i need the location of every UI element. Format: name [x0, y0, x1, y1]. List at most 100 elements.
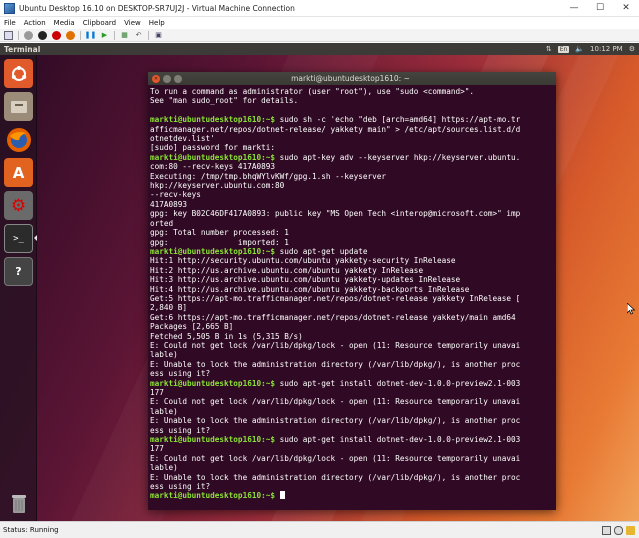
- checkpoint-icon[interactable]: ▦: [120, 31, 129, 40]
- line-text: 417A0893: [150, 199, 188, 209]
- terminal-output-line: See "man sudo_root" for details.: [150, 96, 556, 105]
- line-text: com:80 --recv-keys 417A0893: [150, 162, 275, 172]
- terminal-output[interactable]: To run a command as administrator (user …: [148, 85, 556, 501]
- lock-status-icon: [626, 525, 635, 535]
- shutdown-icon[interactable]: [52, 30, 61, 40]
- line-text: Get:5 https://apt-mo.trafficmanager.net/…: [150, 293, 521, 303]
- line-text: E: Could not get lock /var/lib/dpkg/lock…: [150, 340, 521, 350]
- terminal-output-line: E: Could not get lock /var/lib/dpkg/lock…: [150, 397, 556, 406]
- pause-icon[interactable]: ❚❚: [85, 31, 97, 40]
- network-icon[interactable]: ⇅: [546, 45, 552, 53]
- files-icon[interactable]: [4, 92, 33, 121]
- terminal-output-line: Packages [2,665 B]: [150, 322, 556, 331]
- terminal-output-line: E: Unable to lock the administration dir…: [150, 416, 556, 425]
- session-gear-icon[interactable]: ⚙: [629, 45, 635, 53]
- vm-menubar: File Action Media Clipboard View Help: [0, 17, 639, 29]
- menu-help[interactable]: Help: [149, 19, 165, 27]
- keyboard-layout-indicator[interactable]: En: [557, 45, 570, 53]
- revert-icon[interactable]: ↶: [134, 31, 143, 40]
- line-text: sudo apt-key adv --keyserver hkp://keyse…: [274, 152, 521, 162]
- active-app-indicator: [34, 235, 37, 241]
- line-text: gpg: key B02C46DF417A0893: public key "M…: [150, 209, 521, 219]
- firefox-icon[interactable]: [4, 125, 33, 154]
- line-text: [150, 106, 155, 115]
- terminal-minimize-icon[interactable]: [163, 74, 171, 83]
- menu-view[interactable]: View: [124, 19, 141, 27]
- software-center-icon[interactable]: A: [4, 158, 33, 187]
- terminal-maximize-icon[interactable]: [174, 74, 182, 83]
- menu-clipboard[interactable]: Clipboard: [83, 19, 116, 27]
- line-text: Packages [2,665 B]: [150, 322, 234, 332]
- terminal-output-line: [sudo] password for markti:: [150, 143, 556, 152]
- terminal-output-line: Hit:4 http://us.archive.ubuntu.com/ubunt…: [150, 285, 556, 294]
- line-text: sudo apt-get install dotnet-dev-1.0.0-pr…: [274, 435, 521, 445]
- terminal-command-line: markti@ubuntudesktop1610:~$ sudo apt-key…: [150, 153, 556, 162]
- clock[interactable]: 10:12 PM: [590, 45, 623, 53]
- terminal-icon[interactable]: >_: [4, 224, 33, 253]
- terminal-output-line: otnetdev.list': [150, 134, 556, 143]
- enhanced-session-icon[interactable]: ▣: [154, 31, 163, 40]
- keyboard-status-icon: [602, 525, 611, 535]
- volume-icon[interactable]: 🔈: [575, 45, 584, 53]
- line-text: lable): [150, 406, 178, 416]
- terminal-output-line: Hit:1 http://security.ubuntu.com/ubuntu …: [150, 256, 556, 265]
- ubuntu-top-panel: Terminal ⇅ En 🔈 10:12 PM ⚙: [0, 43, 639, 55]
- terminal-output-line: afficmanager.net/repos/dotnet-release/ y…: [150, 125, 556, 134]
- line-text: E: Could not get lock /var/lib/dpkg/lock…: [150, 453, 521, 463]
- line-text: gpg: imported: 1: [150, 237, 289, 247]
- toolbar-separator: [148, 30, 149, 40]
- unity-launcher: A ⚙ >_ ?: [0, 55, 37, 521]
- terminal-output-line: E: Unable to lock the administration dir…: [150, 473, 556, 482]
- terminal-output-line: Get:5 https://apt-mo.trafficmanager.net/…: [150, 294, 556, 303]
- terminal-output-line: ess using it?: [150, 482, 556, 491]
- terminal-command-line: markti@ubuntudesktop1610:~$: [150, 491, 556, 500]
- terminal-output-line: gpg: Total number processed: 1: [150, 228, 556, 237]
- trash-icon[interactable]: [4, 488, 33, 517]
- help-icon[interactable]: ?: [4, 257, 33, 286]
- start-icon[interactable]: [24, 30, 33, 40]
- terminal-output-line: E: Could not get lock /var/lib/dpkg/lock…: [150, 454, 556, 463]
- terminal-output-line: hkp://keyserver.ubuntu.com:80: [150, 181, 556, 190]
- terminal-output-line: gpg: key B02C46DF417A0893: public key "M…: [150, 209, 556, 218]
- line-text: [sudo] password for markti:: [150, 143, 275, 153]
- active-app-name: Terminal: [4, 44, 41, 54]
- line-text: Hit:2 http://us.archive.ubuntu.com/ubunt…: [150, 265, 424, 275]
- resume-icon[interactable]: ▶: [100, 31, 109, 40]
- system-settings-icon[interactable]: ⚙: [4, 191, 33, 220]
- line-text: lable): [150, 350, 178, 360]
- terminal-output-line: E: Unable to lock the administration dir…: [150, 360, 556, 369]
- turn-off-icon[interactable]: [38, 30, 47, 40]
- terminal-close-icon[interactable]: ✕: [152, 74, 160, 83]
- save-state-icon[interactable]: [66, 30, 75, 40]
- menu-media[interactable]: Media: [54, 19, 75, 27]
- line-text: Hit:4 http://us.archive.ubuntu.com/ubunt…: [150, 284, 470, 294]
- menu-file[interactable]: File: [4, 19, 16, 27]
- terminal-output-line: To run a command as administrator (user …: [150, 87, 556, 96]
- menu-action[interactable]: Action: [24, 19, 46, 27]
- minimize-button[interactable]: —: [561, 0, 587, 17]
- indicator-tray: ⇅ En 🔈 10:12 PM ⚙: [546, 45, 635, 53]
- ctrl-alt-del-icon[interactable]: [4, 30, 13, 40]
- line-text: 177: [150, 444, 164, 454]
- terminal-output-line: [150, 106, 556, 115]
- close-button[interactable]: ✕: [613, 0, 639, 17]
- terminal-window[interactable]: ✕ markti@ubuntudesktop1610: ~ To run a c…: [148, 72, 556, 510]
- line-text: Fetched 5,505 B in 1s (5,315 B/s): [150, 331, 303, 341]
- terminal-titlebar[interactable]: ✕ markti@ubuntudesktop1610: ~: [148, 72, 556, 85]
- line-text: sudo sh -c 'echo "deb [arch=amd64] https…: [274, 115, 521, 125]
- line-text: Hit:3 http://us.archive.ubuntu.com/ubunt…: [150, 275, 461, 285]
- terminal-output-line: Executing: /tmp/tmp.bhqWYlvKWf/gpg.1.sh …: [150, 172, 556, 181]
- terminal-command-line: markti@ubuntudesktop1610:~$ sudo sh -c '…: [150, 115, 556, 124]
- terminal-output-line: Get:6 https://apt-mo.trafficmanager.net/…: [150, 313, 556, 322]
- terminal-command-line: markti@ubuntudesktop1610:~$ sudo apt-get…: [150, 435, 556, 444]
- line-text: E: Unable to lock the administration dir…: [150, 416, 521, 426]
- terminal-output-line: com:80 --recv-keys 417A0893: [150, 162, 556, 171]
- dash-icon[interactable]: [4, 59, 33, 88]
- line-text: ess using it?: [150, 482, 211, 492]
- maximize-button[interactable]: ☐: [587, 0, 613, 17]
- vm-window-titlebar: Ubuntu Desktop 16.10 on DESKTOP-SR7UJ2J …: [0, 0, 639, 17]
- status-icons: [602, 525, 635, 535]
- toolbar-separator: [114, 30, 115, 40]
- terminal-output-line: 2,840 B]: [150, 303, 556, 312]
- terminal-output-line: Hit:3 http://us.archive.ubuntu.com/ubunt…: [150, 275, 556, 284]
